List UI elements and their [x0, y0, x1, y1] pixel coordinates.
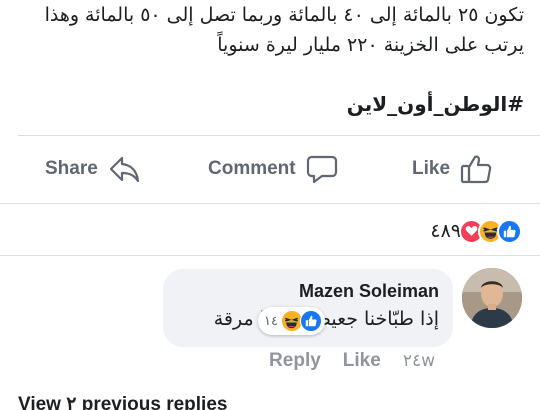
comment-actions: ٢٤w Like Reply — [269, 350, 435, 372]
thumbs-up-icon — [460, 153, 492, 185]
like-button[interactable]: Like — [412, 136, 492, 202]
reaction-count: ٤٨٩ — [430, 220, 461, 242]
comment-reaction-count: ١٤ — [264, 313, 278, 329]
comment-timestamp: ٢٤w — [402, 351, 435, 371]
reactions-summary[interactable]: ٤٨٩ — [0, 210, 540, 252]
view-previous-replies-link[interactable]: View ٢ previous replies — [18, 393, 227, 410]
post-action-bar: Share Comment Like — [0, 136, 540, 202]
comment-button[interactable]: Comment — [208, 136, 338, 202]
hashtag-link[interactable]: #الوطن_أون_لاين — [347, 92, 524, 116]
like-icon — [299, 310, 322, 332]
comment-label: Comment — [208, 158, 296, 179]
divider — [0, 255, 540, 256]
post-text-line: يرتب على الخزينة ٢٢٠ مليار ليرة سنوياً — [217, 34, 524, 56]
like-icon — [497, 218, 522, 244]
share-button[interactable]: Share — [45, 136, 140, 202]
reaction-icons — [459, 218, 522, 244]
divider — [0, 203, 540, 204]
comment-like-button[interactable]: Like — [343, 350, 381, 372]
comment-author[interactable]: Mazen Soleiman — [177, 281, 439, 302]
comment-reactions[interactable]: ١٤ — [258, 307, 325, 335]
post-text-line: تكون ٢٥ بالمائة إلى ٤٠ بالمائة وربما تصل… — [44, 4, 524, 26]
like-label: Like — [412, 158, 451, 179]
comment-reply-button[interactable]: Reply — [269, 350, 321, 372]
share-icon — [108, 154, 140, 184]
comment-icon — [306, 154, 338, 184]
share-label: Share — [45, 158, 98, 179]
post-text: تكون ٢٥ بالمائة إلى ٤٠ بالمائة وربما تصل… — [4, 0, 524, 60]
comment-bubble: Mazen Soleiman إذا طبّاخنا جعيص شبعنا مر… — [163, 269, 453, 347]
avatar[interactable] — [462, 268, 522, 328]
